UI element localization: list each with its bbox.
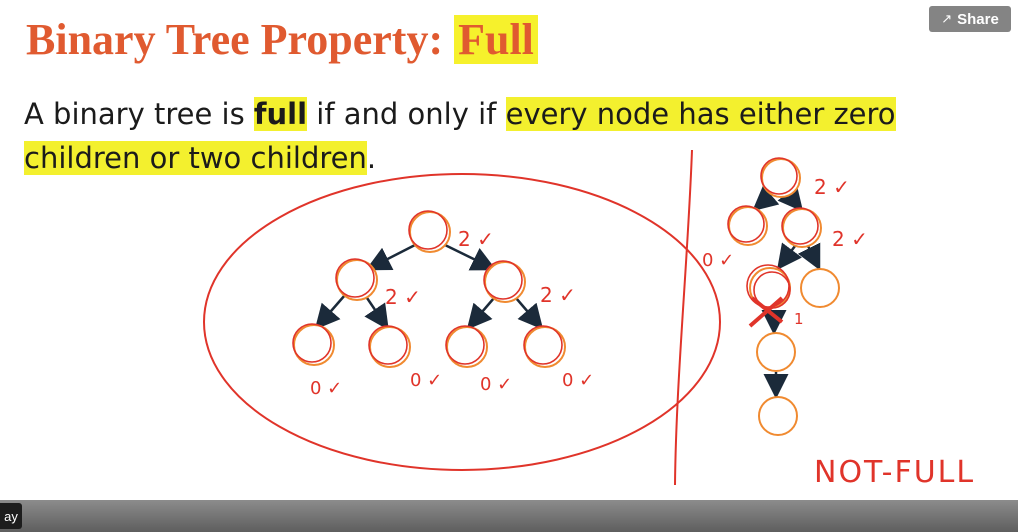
full-left-node	[336, 259, 378, 301]
full-right-mark: 2 ✓	[540, 283, 576, 307]
nf-chain-leaf-node	[758, 396, 798, 436]
full-leaf-node	[369, 326, 411, 368]
full-leaf-node	[293, 324, 335, 366]
full-leaf-mark: 0 ✓	[310, 378, 342, 399]
video-control-bar[interactable]	[0, 500, 1018, 532]
share-label: Share	[957, 10, 999, 28]
share-icon: ↗	[941, 11, 953, 26]
play-chip[interactable]: ay	[0, 503, 22, 529]
full-leaf-mark: 0 ✓	[562, 370, 594, 391]
nf-left-node	[728, 206, 768, 246]
nf-leaf-node	[800, 268, 840, 308]
not-full-tree-nodes	[728, 158, 840, 436]
full-root-mark: 2 ✓	[458, 227, 494, 251]
divider-line	[674, 149, 693, 486]
nf-root-node	[761, 158, 801, 198]
share-button[interactable]: ↗ Share	[929, 6, 1011, 32]
full-leaf-mark: 0 ✓	[410, 370, 442, 391]
nf-root-mark: 2 ✓	[814, 175, 850, 199]
nf-left-mark: 0 ✓	[702, 250, 734, 271]
tree-drawing: 2 ✓ 2 ✓ 2 ✓ 0 ✓ 0 ✓ 0 ✓ 0 ✓ 2 ✓ 0 ✓ 2 ✓ …	[203, 149, 975, 490]
not-full-label: NOT-FULL	[814, 455, 975, 490]
nf-right-mark: 2 ✓	[832, 227, 868, 251]
nf-chain-node	[756, 332, 796, 372]
full-right-node	[484, 261, 526, 303]
full-tree-ellipse	[203, 173, 721, 471]
nf-bad-mark: 1	[794, 310, 804, 328]
slide: Binary Tree Property: Full A binary tree…	[0, 0, 1018, 500]
play-label: ay	[4, 508, 18, 524]
full-leaf-mark: 0 ✓	[480, 374, 512, 395]
nf-right-node	[782, 208, 822, 248]
full-leaf-node	[446, 326, 488, 368]
full-root-node	[409, 211, 451, 253]
full-left-mark: 2 ✓	[385, 285, 421, 309]
full-leaf-node	[524, 326, 566, 368]
